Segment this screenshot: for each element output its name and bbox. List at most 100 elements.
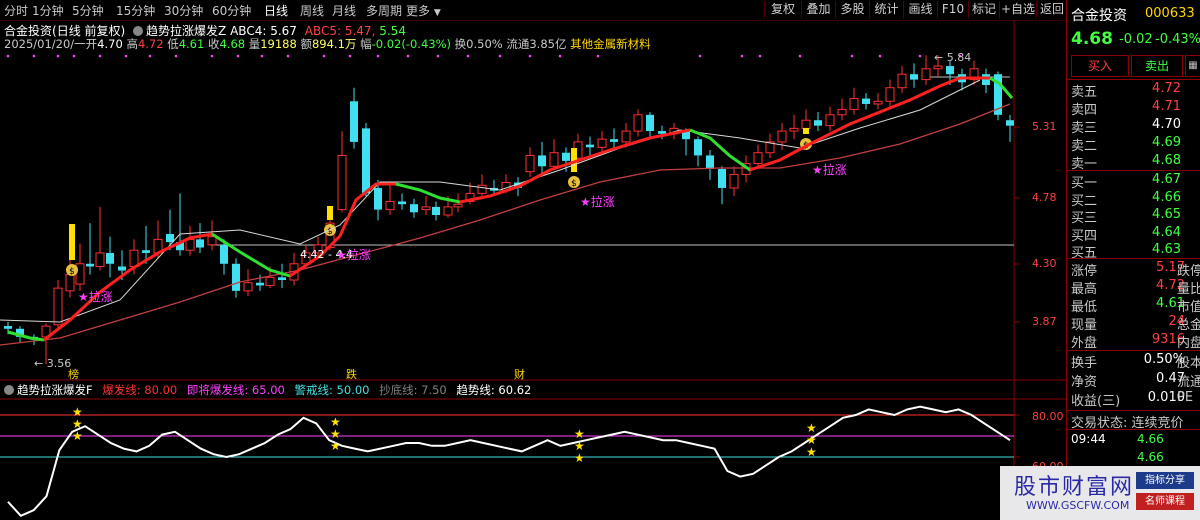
- candle-body: [106, 252, 114, 264]
- candle-body: [256, 282, 264, 286]
- restore-rights-button[interactable]: 复权: [764, 1, 801, 18]
- ask-level-label: 卖三: [1071, 121, 1098, 136]
- sell-button[interactable]: 卖出: [1131, 55, 1183, 77]
- candle-body: [777, 130, 787, 143]
- candle-body: [75, 263, 85, 285]
- signal-dot: [850, 54, 854, 58]
- stat2-ext-label: 流通: [1177, 375, 1200, 390]
- stat2-label: 收益(三): [1071, 394, 1121, 409]
- candle-body: [337, 154, 347, 211]
- stat2-label: 换手: [1071, 356, 1098, 371]
- bar-date: 2025/01/20/一: [4, 37, 86, 51]
- watermark-title: 股市财富网: [1014, 475, 1135, 500]
- candle-body: [350, 101, 358, 142]
- star-icon: ★: [72, 429, 83, 443]
- statistics-button[interactable]: 统计: [869, 1, 903, 18]
- star-icon: ★: [806, 445, 817, 459]
- grid-icon[interactable]: ▦: [1185, 55, 1200, 77]
- star-icon: ★: [812, 163, 823, 177]
- change-value: -0.02(-0.43%): [371, 37, 451, 51]
- period-tab-daily[interactable]: 日线: [264, 2, 288, 19]
- stat-label: 外盘: [1071, 336, 1098, 351]
- price-axis-label: 4.78: [1032, 191, 1057, 204]
- settings-icon[interactable]: [133, 26, 144, 36]
- candle-body: [885, 87, 895, 102]
- f10-button[interactable]: F10: [937, 1, 968, 18]
- period-tab-60min[interactable]: 60分钟: [212, 2, 251, 19]
- stat-row: 外盘 9316 内盘: [1071, 332, 1200, 351]
- ask-level-row: 卖四 4.71: [1071, 99, 1199, 118]
- period-tab-30min[interactable]: 30分钟: [164, 2, 203, 19]
- period-tab-monthly[interactable]: 月线: [332, 2, 356, 19]
- period-tab-15min[interactable]: 15分钟: [116, 2, 155, 19]
- sub-axis-label: 80.00: [1032, 410, 1064, 423]
- candle-body: [278, 277, 286, 281]
- candle-body: [621, 130, 631, 143]
- high-value: 4.72: [137, 37, 164, 51]
- price-axis-label: 5.31: [1032, 120, 1057, 133]
- add-watchlist-button[interactable]: +自选: [999, 1, 1036, 18]
- stat2-label: 净资: [1071, 375, 1098, 390]
- event-marker[interactable]: 跌: [346, 366, 357, 382]
- candle-body: [946, 66, 954, 75]
- candle-body: [825, 114, 835, 127]
- more-menu[interactable]: 更多 ▼: [406, 2, 441, 19]
- back-button[interactable]: 返回: [1036, 1, 1067, 18]
- ask-level-row: 卖一 4.68: [1071, 153, 1199, 172]
- event-marker[interactable]: 榜: [68, 366, 79, 382]
- candle-body: [633, 114, 643, 132]
- period-tab-5min[interactable]: 5分钟: [72, 2, 104, 19]
- tick-price: 4.66: [1137, 450, 1164, 464]
- signal-dot: [918, 54, 922, 58]
- watermark-url: WWW.GSCFW.COM: [1026, 499, 1130, 512]
- bid-level-label: 买四: [1071, 228, 1098, 244]
- multi-stock-button[interactable]: 多股: [835, 1, 869, 18]
- settings-icon[interactable]: [4, 385, 14, 395]
- kline-chart[interactable]: $ $ $ $ ★ ★ ★ ★ ★ ★ ★ ★ ★ ★ ★ ★ 合金投资(日线 前复权) 趋势拉涨爆发Z A…: [0, 20, 1066, 520]
- candle-body: [525, 154, 535, 173]
- stat-label: 现量: [1071, 318, 1098, 333]
- bid-level-row: 买三 4.65: [1071, 207, 1199, 226]
- mark-button[interactable]: 标记: [968, 1, 999, 18]
- quote-price: 4.68: [1071, 29, 1113, 49]
- stat2-row: 净资 0.47 流通: [1071, 371, 1200, 390]
- candle-body: [982, 74, 990, 86]
- period-tab-1min[interactable]: 1分钟: [32, 2, 64, 19]
- candle-body: [421, 206, 431, 211]
- overlay-button[interactable]: 叠加: [801, 1, 835, 18]
- rally-signal: ★拉涨: [812, 163, 847, 177]
- candle-body: [933, 65, 943, 70]
- candle-body: [586, 144, 594, 148]
- draw-line-button[interactable]: 画线: [903, 1, 937, 18]
- candle-body: [729, 173, 739, 189]
- signal-bar: [69, 224, 75, 260]
- candle-body: [232, 263, 240, 291]
- money-bag-icon: $: [69, 267, 75, 277]
- sub-indicator-header: 趋势拉涨爆发F 爆发线: 80.00 即将爆发线: 65.00 警戒线: 50.…: [4, 382, 531, 398]
- stat-row: 现量 24 总金: [1071, 314, 1200, 333]
- quote-change-pct: -0.43%: [1155, 32, 1200, 47]
- chevron-down-icon: ▼: [433, 8, 441, 18]
- ask-level-label: 卖五: [1071, 85, 1098, 100]
- period-tab-multi[interactable]: 多周期: [366, 2, 402, 19]
- candle-body: [921, 68, 931, 81]
- candle-body: [597, 138, 607, 148]
- signal-dot: [798, 54, 802, 58]
- candle-body: [53, 287, 63, 326]
- bid-level-row: 买一 4.67: [1071, 172, 1199, 191]
- period-tab-weekly[interactable]: 周线: [300, 2, 324, 19]
- period-toolbar: 分时 1分钟 5分钟 15分钟 30分钟 60分钟 日线 周线 月线 多周期 更…: [0, 0, 1066, 21]
- ask-level-label: 卖四: [1071, 103, 1098, 118]
- watermark-logo: 股市财富网 WWW.GSCFW.COM 指标分享 名师课程: [1000, 466, 1200, 520]
- event-marker[interactable]: 财: [514, 366, 525, 382]
- candle-body: [432, 206, 440, 216]
- period-tab-fenshi[interactable]: 分时: [4, 2, 28, 19]
- buy-button[interactable]: 买入: [1071, 55, 1129, 77]
- bid-level-label: 买三: [1071, 211, 1098, 226]
- ask-level-value: 4.72: [1152, 81, 1181, 96]
- signal-dot: [72, 54, 76, 58]
- watermark-tag: 名师课程: [1136, 493, 1194, 510]
- candle-body: [374, 187, 382, 210]
- signal-dot: [236, 54, 240, 58]
- candle-body: [362, 128, 370, 194]
